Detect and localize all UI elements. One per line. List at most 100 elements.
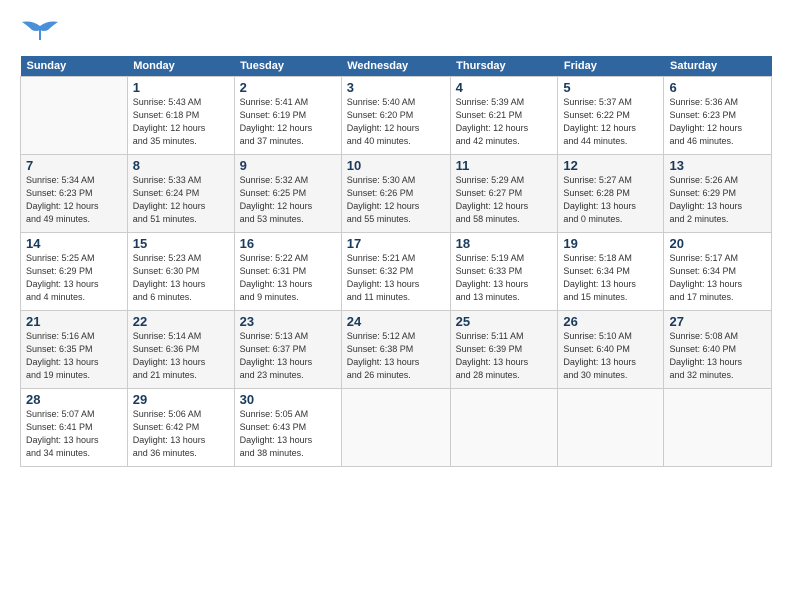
day-number: 5	[563, 80, 658, 95]
day-cell	[21, 77, 128, 155]
day-number: 8	[133, 158, 229, 173]
calendar-table: SundayMondayTuesdayWednesdayThursdayFrid…	[20, 56, 772, 467]
day-cell: 13Sunrise: 5:26 AM Sunset: 6:29 PM Dayli…	[664, 155, 772, 233]
day-number: 17	[347, 236, 445, 251]
day-cell: 22Sunrise: 5:14 AM Sunset: 6:36 PM Dayli…	[127, 311, 234, 389]
day-number: 15	[133, 236, 229, 251]
day-info: Sunrise: 5:05 AM Sunset: 6:43 PM Dayligh…	[240, 408, 336, 460]
day-cell: 25Sunrise: 5:11 AM Sunset: 6:39 PM Dayli…	[450, 311, 558, 389]
day-number: 9	[240, 158, 336, 173]
day-info: Sunrise: 5:36 AM Sunset: 6:23 PM Dayligh…	[669, 96, 766, 148]
day-cell: 3Sunrise: 5:40 AM Sunset: 6:20 PM Daylig…	[341, 77, 450, 155]
day-info: Sunrise: 5:43 AM Sunset: 6:18 PM Dayligh…	[133, 96, 229, 148]
day-cell: 30Sunrise: 5:05 AM Sunset: 6:43 PM Dayli…	[234, 389, 341, 467]
day-cell	[558, 389, 664, 467]
day-number: 18	[456, 236, 553, 251]
dow-wednesday: Wednesday	[341, 56, 450, 77]
day-info: Sunrise: 5:40 AM Sunset: 6:20 PM Dayligh…	[347, 96, 445, 148]
dow-saturday: Saturday	[664, 56, 772, 77]
day-number: 28	[26, 392, 122, 407]
day-info: Sunrise: 5:29 AM Sunset: 6:27 PM Dayligh…	[456, 174, 553, 226]
day-number: 24	[347, 314, 445, 329]
day-cell: 14Sunrise: 5:25 AM Sunset: 6:29 PM Dayli…	[21, 233, 128, 311]
day-info: Sunrise: 5:37 AM Sunset: 6:22 PM Dayligh…	[563, 96, 658, 148]
day-cell: 2Sunrise: 5:41 AM Sunset: 6:19 PM Daylig…	[234, 77, 341, 155]
day-cell: 19Sunrise: 5:18 AM Sunset: 6:34 PM Dayli…	[558, 233, 664, 311]
day-cell: 23Sunrise: 5:13 AM Sunset: 6:37 PM Dayli…	[234, 311, 341, 389]
day-info: Sunrise: 5:41 AM Sunset: 6:19 PM Dayligh…	[240, 96, 336, 148]
day-info: Sunrise: 5:17 AM Sunset: 6:34 PM Dayligh…	[669, 252, 766, 304]
day-cell: 7Sunrise: 5:34 AM Sunset: 6:23 PM Daylig…	[21, 155, 128, 233]
dow-sunday: Sunday	[21, 56, 128, 77]
day-info: Sunrise: 5:26 AM Sunset: 6:29 PM Dayligh…	[669, 174, 766, 226]
day-info: Sunrise: 5:11 AM Sunset: 6:39 PM Dayligh…	[456, 330, 553, 382]
day-cell: 18Sunrise: 5:19 AM Sunset: 6:33 PM Dayli…	[450, 233, 558, 311]
day-cell: 16Sunrise: 5:22 AM Sunset: 6:31 PM Dayli…	[234, 233, 341, 311]
day-info: Sunrise: 5:32 AM Sunset: 6:25 PM Dayligh…	[240, 174, 336, 226]
day-cell	[664, 389, 772, 467]
day-cell	[450, 389, 558, 467]
day-number: 6	[669, 80, 766, 95]
day-cell: 15Sunrise: 5:23 AM Sunset: 6:30 PM Dayli…	[127, 233, 234, 311]
day-info: Sunrise: 5:19 AM Sunset: 6:33 PM Dayligh…	[456, 252, 553, 304]
day-info: Sunrise: 5:12 AM Sunset: 6:38 PM Dayligh…	[347, 330, 445, 382]
day-cell: 27Sunrise: 5:08 AM Sunset: 6:40 PM Dayli…	[664, 311, 772, 389]
day-number: 16	[240, 236, 336, 251]
day-info: Sunrise: 5:18 AM Sunset: 6:34 PM Dayligh…	[563, 252, 658, 304]
day-cell: 6Sunrise: 5:36 AM Sunset: 6:23 PM Daylig…	[664, 77, 772, 155]
day-info: Sunrise: 5:27 AM Sunset: 6:28 PM Dayligh…	[563, 174, 658, 226]
day-info: Sunrise: 5:21 AM Sunset: 6:32 PM Dayligh…	[347, 252, 445, 304]
day-cell: 10Sunrise: 5:30 AM Sunset: 6:26 PM Dayli…	[341, 155, 450, 233]
day-number: 25	[456, 314, 553, 329]
day-cell: 11Sunrise: 5:29 AM Sunset: 6:27 PM Dayli…	[450, 155, 558, 233]
day-number: 10	[347, 158, 445, 173]
day-info: Sunrise: 5:08 AM Sunset: 6:40 PM Dayligh…	[669, 330, 766, 382]
day-number: 11	[456, 158, 553, 173]
day-number: 2	[240, 80, 336, 95]
day-number: 30	[240, 392, 336, 407]
day-number: 20	[669, 236, 766, 251]
week-row-5: 28Sunrise: 5:07 AM Sunset: 6:41 PM Dayli…	[21, 389, 772, 467]
day-info: Sunrise: 5:34 AM Sunset: 6:23 PM Dayligh…	[26, 174, 122, 226]
dow-tuesday: Tuesday	[234, 56, 341, 77]
day-number: 26	[563, 314, 658, 329]
day-info: Sunrise: 5:39 AM Sunset: 6:21 PM Dayligh…	[456, 96, 553, 148]
day-cell: 20Sunrise: 5:17 AM Sunset: 6:34 PM Dayli…	[664, 233, 772, 311]
day-cell: 12Sunrise: 5:27 AM Sunset: 6:28 PM Dayli…	[558, 155, 664, 233]
day-cell: 28Sunrise: 5:07 AM Sunset: 6:41 PM Dayli…	[21, 389, 128, 467]
dow-thursday: Thursday	[450, 56, 558, 77]
day-number: 3	[347, 80, 445, 95]
day-info: Sunrise: 5:10 AM Sunset: 6:40 PM Dayligh…	[563, 330, 658, 382]
day-info: Sunrise: 5:06 AM Sunset: 6:42 PM Dayligh…	[133, 408, 229, 460]
day-number: 7	[26, 158, 122, 173]
day-info: Sunrise: 5:25 AM Sunset: 6:29 PM Dayligh…	[26, 252, 122, 304]
day-number: 4	[456, 80, 553, 95]
logo-icon	[20, 18, 60, 48]
day-cell: 24Sunrise: 5:12 AM Sunset: 6:38 PM Dayli…	[341, 311, 450, 389]
day-number: 13	[669, 158, 766, 173]
day-info: Sunrise: 5:22 AM Sunset: 6:31 PM Dayligh…	[240, 252, 336, 304]
logo	[20, 18, 62, 48]
day-number: 23	[240, 314, 336, 329]
day-info: Sunrise: 5:23 AM Sunset: 6:30 PM Dayligh…	[133, 252, 229, 304]
day-info: Sunrise: 5:33 AM Sunset: 6:24 PM Dayligh…	[133, 174, 229, 226]
day-cell: 29Sunrise: 5:06 AM Sunset: 6:42 PM Dayli…	[127, 389, 234, 467]
header	[20, 18, 772, 48]
day-info: Sunrise: 5:14 AM Sunset: 6:36 PM Dayligh…	[133, 330, 229, 382]
day-cell: 5Sunrise: 5:37 AM Sunset: 6:22 PM Daylig…	[558, 77, 664, 155]
day-number: 1	[133, 80, 229, 95]
day-number: 22	[133, 314, 229, 329]
day-cell: 26Sunrise: 5:10 AM Sunset: 6:40 PM Dayli…	[558, 311, 664, 389]
day-cell: 21Sunrise: 5:16 AM Sunset: 6:35 PM Dayli…	[21, 311, 128, 389]
day-info: Sunrise: 5:30 AM Sunset: 6:26 PM Dayligh…	[347, 174, 445, 226]
days-of-week-row: SundayMondayTuesdayWednesdayThursdayFrid…	[21, 56, 772, 77]
day-info: Sunrise: 5:16 AM Sunset: 6:35 PM Dayligh…	[26, 330, 122, 382]
day-cell: 9Sunrise: 5:32 AM Sunset: 6:25 PM Daylig…	[234, 155, 341, 233]
day-number: 14	[26, 236, 122, 251]
dow-monday: Monday	[127, 56, 234, 77]
day-number: 19	[563, 236, 658, 251]
day-number: 21	[26, 314, 122, 329]
week-row-2: 7Sunrise: 5:34 AM Sunset: 6:23 PM Daylig…	[21, 155, 772, 233]
week-row-1: 1Sunrise: 5:43 AM Sunset: 6:18 PM Daylig…	[21, 77, 772, 155]
day-number: 27	[669, 314, 766, 329]
